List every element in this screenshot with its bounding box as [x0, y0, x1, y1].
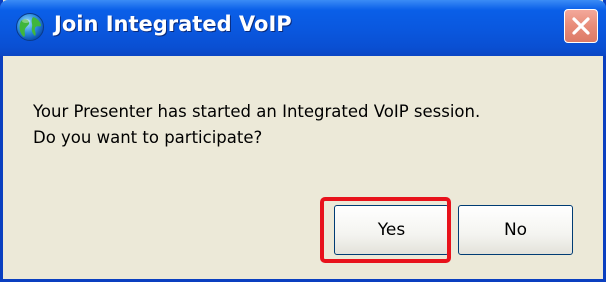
no-button[interactable]: No [458, 205, 573, 255]
close-button[interactable] [564, 9, 598, 43]
yes-button[interactable]: Yes [334, 205, 449, 255]
dialog-message: Your Presenter has started an Integrated… [33, 99, 480, 151]
close-icon [572, 17, 590, 35]
dialog-window: Join Integrated VoIP Your Presenter has … [0, 0, 606, 282]
title-bar[interactable]: Join Integrated VoIP [0, 0, 606, 56]
dialog-title: Join Integrated VoIP [54, 12, 292, 36]
globe-icon [15, 12, 45, 42]
message-line-2: Do you want to participate? [33, 128, 263, 147]
message-line-1: Your Presenter has started an Integrated… [33, 102, 481, 121]
